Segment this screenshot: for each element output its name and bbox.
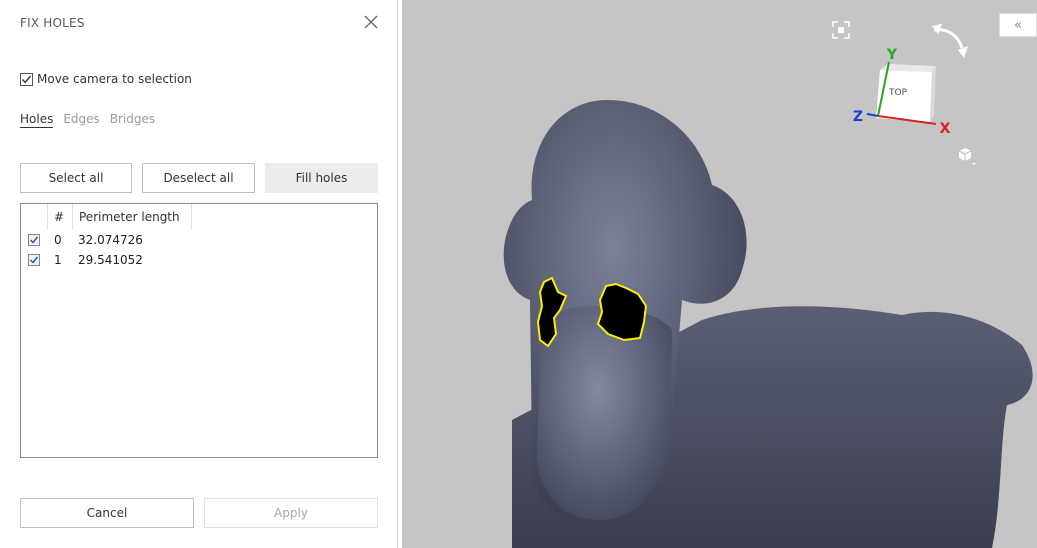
- table-header: # Perimeter length: [21, 204, 377, 230]
- fill-holes-button[interactable]: Fill holes: [265, 163, 378, 193]
- row-index: 0: [54, 233, 62, 247]
- row-checkbox[interactable]: [28, 254, 40, 266]
- holes-table: # Perimeter length 0 32.074726 1 29.5410…: [20, 203, 378, 458]
- x-axis-label: X: [940, 121, 951, 137]
- fit-view-icon[interactable]: [832, 21, 850, 39]
- rotate-view-icon[interactable]: [932, 24, 968, 58]
- apply-button[interactable]: Apply: [204, 498, 378, 528]
- header-perimeter-length[interactable]: Perimeter length: [72, 204, 192, 230]
- tab-edges[interactable]: Edges: [63, 112, 99, 128]
- view-mode-icon[interactable]: [958, 148, 976, 165]
- header-index[interactable]: #: [47, 204, 72, 230]
- model-canvas[interactable]: TOP Y Z X: [402, 0, 1037, 548]
- close-icon[interactable]: [364, 15, 380, 31]
- 3d-viewport[interactable]: TOP Y Z X «: [402, 0, 1037, 548]
- z-axis-label: Z: [853, 109, 863, 125]
- cancel-button[interactable]: Cancel: [20, 498, 194, 528]
- view-cube-face-label: TOP: [888, 88, 908, 98]
- tab-bar: Holes Edges Bridges: [20, 112, 155, 128]
- row-index: 1: [54, 253, 62, 267]
- collapse-panel-icon[interactable]: «: [999, 13, 1037, 37]
- select-all-button[interactable]: Select all: [20, 163, 132, 193]
- view-cube[interactable]: TOP: [876, 64, 936, 122]
- move-camera-checkbox[interactable]: Move camera to selection: [20, 72, 192, 86]
- table-row[interactable]: 0 32.074726: [21, 230, 377, 250]
- deselect-all-button[interactable]: Deselect all: [142, 163, 255, 193]
- tab-bridges[interactable]: Bridges: [110, 112, 155, 128]
- move-camera-label: Move camera to selection: [37, 72, 192, 86]
- y-axis-label: Y: [886, 47, 898, 63]
- table-row[interactable]: 1 29.541052: [21, 250, 377, 270]
- row-checkbox[interactable]: [28, 234, 40, 246]
- model-beak: [536, 306, 672, 521]
- row-perimeter: 32.074726: [78, 233, 143, 247]
- checkbox-box[interactable]: [20, 72, 33, 86]
- fix-holes-panel: FIX HOLES Move camera to selection Holes…: [0, 0, 398, 548]
- header-checkbox-column: [21, 204, 47, 230]
- tab-holes[interactable]: Holes: [20, 112, 54, 128]
- panel-title: FIX HOLES: [20, 16, 85, 30]
- row-perimeter: 29.541052: [78, 253, 143, 267]
